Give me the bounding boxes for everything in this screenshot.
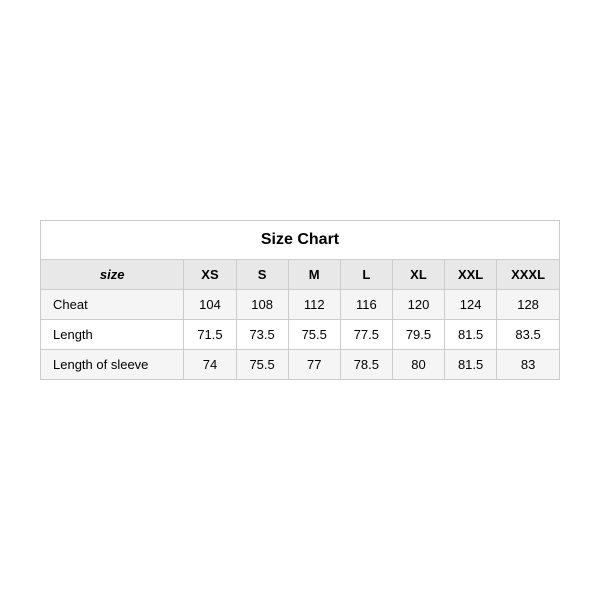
row-label: Length of sleeve xyxy=(41,350,184,380)
table-body: Cheat104108112116120124128Length71.573.5… xyxy=(41,290,560,380)
cell-value: 77 xyxy=(288,350,340,380)
header-row: size XS S M L XL XXL XXXL xyxy=(41,260,560,290)
title-row: Size Chart xyxy=(41,221,560,260)
table-row: Length of sleeve7475.57778.58081.583 xyxy=(41,350,560,380)
col-header-xxl: XXL xyxy=(445,260,497,290)
col-header-xl: XL xyxy=(392,260,444,290)
cell-value: 124 xyxy=(445,290,497,320)
cell-value: 71.5 xyxy=(184,320,236,350)
cell-value: 83.5 xyxy=(497,320,560,350)
cell-value: 128 xyxy=(497,290,560,320)
cell-value: 74 xyxy=(184,350,236,380)
cell-value: 81.5 xyxy=(445,350,497,380)
cell-value: 108 xyxy=(236,290,288,320)
col-header-m: M xyxy=(288,260,340,290)
col-header-s: S xyxy=(236,260,288,290)
cell-value: 116 xyxy=(340,290,392,320)
size-chart-container: Size Chart size XS S M L XL XXL XXXL Che… xyxy=(40,220,560,380)
cell-value: 81.5 xyxy=(445,320,497,350)
cell-value: 75.5 xyxy=(236,350,288,380)
table-title: Size Chart xyxy=(41,221,560,260)
size-chart-table: Size Chart size XS S M L XL XXL XXXL Che… xyxy=(40,220,560,380)
cell-value: 77.5 xyxy=(340,320,392,350)
cell-value: 120 xyxy=(392,290,444,320)
col-header-l: L xyxy=(340,260,392,290)
cell-value: 79.5 xyxy=(392,320,444,350)
col-header-size: size xyxy=(41,260,184,290)
col-header-xxxl: XXXL xyxy=(497,260,560,290)
cell-value: 80 xyxy=(392,350,444,380)
col-header-xs: XS xyxy=(184,260,236,290)
cell-value: 73.5 xyxy=(236,320,288,350)
table-row: Cheat104108112116120124128 xyxy=(41,290,560,320)
row-label: Cheat xyxy=(41,290,184,320)
cell-value: 75.5 xyxy=(288,320,340,350)
cell-value: 78.5 xyxy=(340,350,392,380)
table-row: Length71.573.575.577.579.581.583.5 xyxy=(41,320,560,350)
row-label: Length xyxy=(41,320,184,350)
cell-value: 112 xyxy=(288,290,340,320)
cell-value: 104 xyxy=(184,290,236,320)
cell-value: 83 xyxy=(497,350,560,380)
